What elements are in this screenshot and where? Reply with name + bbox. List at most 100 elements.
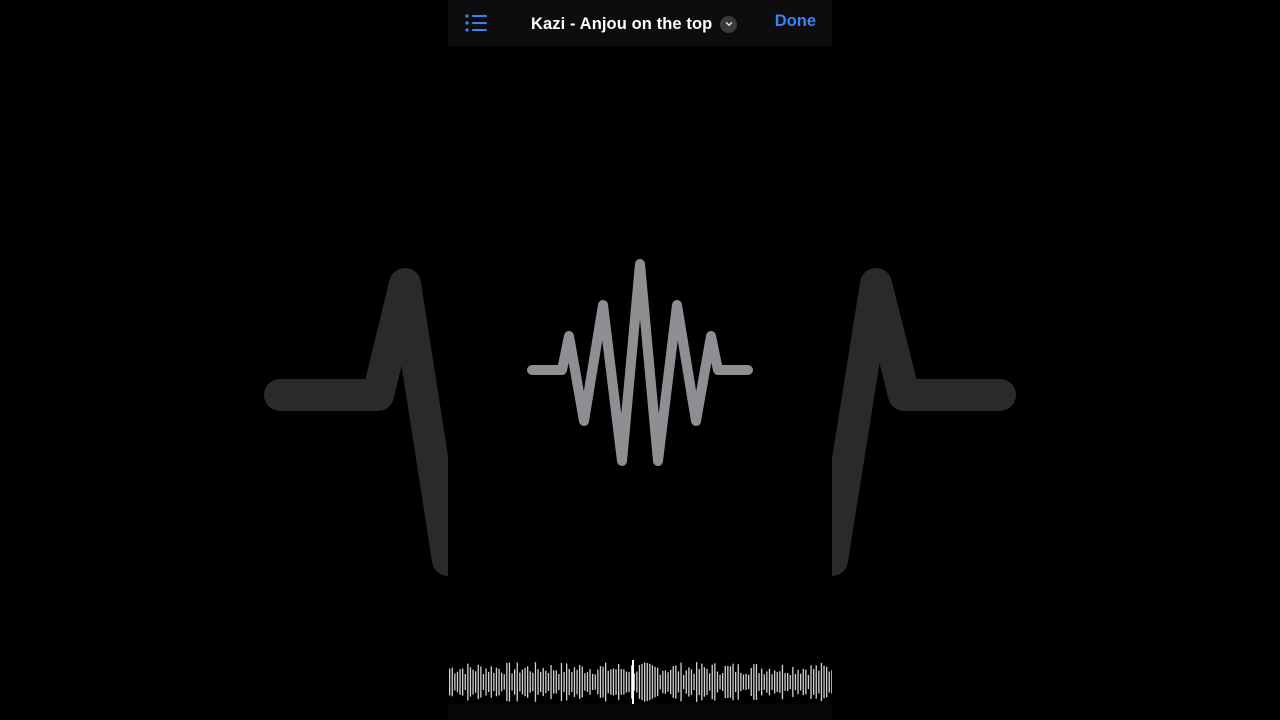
scrubber-bar [641, 663, 643, 701]
scrubber-bar [610, 669, 612, 695]
scrubber-bar [571, 671, 573, 692]
scrubber-bar [537, 669, 539, 695]
scrubber-bar [810, 665, 812, 699]
scrubber-bar [620, 669, 622, 695]
scrubber-bar [763, 674, 765, 690]
scrubber-bar [615, 669, 617, 695]
scrubber-bar [563, 671, 565, 693]
scrubber-bar [532, 672, 534, 692]
scrubber-bar [701, 663, 703, 701]
scrubber-bar [464, 674, 466, 690]
scrubber-bar [784, 673, 786, 691]
scrubber-bar [519, 672, 521, 692]
scrubber-bar [820, 662, 823, 702]
scrubber-bar [529, 671, 531, 693]
scrubber-bar [599, 666, 602, 698]
scrubber-bar [654, 666, 656, 698]
scrubber-bar [545, 670, 547, 694]
scrubber-bar [524, 667, 526, 697]
scrubber-bar [771, 674, 773, 690]
scrubber-bar [831, 670, 832, 694]
scrubber-bar [735, 672, 737, 692]
scrubber-bar [698, 669, 700, 695]
scrubber-bar [540, 672, 542, 692]
chevron-down-icon [725, 22, 733, 27]
scrubber-bar [482, 674, 485, 690]
scrubber-bar [818, 670, 820, 694]
scrubber-bar [480, 666, 482, 698]
scrubber-bar [779, 671, 781, 693]
scrubber-bar [454, 673, 456, 691]
scrubber-bar [664, 670, 667, 694]
waveform-icon [527, 259, 753, 466]
scrubber-bar [768, 668, 771, 696]
scrubber-bar [761, 668, 763, 696]
scrubber-bar [490, 666, 492, 698]
scrubber-bar [508, 662, 511, 702]
scrubber-bar [555, 670, 557, 694]
scrubber-bar [683, 674, 685, 690]
scrubber-bar [521, 669, 524, 695]
scrubber-bar [602, 666, 604, 698]
scrubber-bar [745, 673, 747, 690]
scrubber-bar [800, 673, 802, 691]
scrubber-bar [742, 674, 745, 690]
list-button[interactable] [464, 11, 490, 35]
scrubber-bar [826, 666, 828, 698]
scrubber-bar [472, 669, 474, 695]
scrubber-bar [823, 665, 825, 699]
list-icon [465, 14, 487, 32]
done-button[interactable]: Done [775, 12, 816, 31]
scrubber-bar [503, 674, 505, 690]
scrubber-bar [714, 663, 716, 701]
scrubber-bar [675, 665, 677, 699]
title-menu[interactable]: Kazi - Anjou on the top [531, 12, 738, 36]
scrubber-bar [722, 673, 724, 691]
scrubber-bar [659, 674, 661, 690]
playhead[interactable] [632, 660, 634, 704]
scrubber-bar [456, 671, 459, 693]
scrubber-bar [815, 665, 817, 699]
scrubber-bar [566, 663, 568, 701]
scrubber-bar [485, 668, 487, 696]
audio-scrubber[interactable] [448, 660, 832, 704]
scrubber-bar [685, 670, 687, 694]
scrubber-bar [501, 672, 503, 692]
scrubber-bar [729, 666, 732, 698]
scrubber-bar [750, 668, 752, 696]
scrubber-bar [449, 668, 451, 696]
scrubber-bar [592, 673, 594, 691]
scrubber-bar [607, 670, 609, 694]
scrubber-bar [560, 663, 563, 702]
screen: Kazi - Anjou on the top Done [0, 0, 1280, 720]
scrubber-bar [495, 667, 498, 697]
scrubber-bar [706, 668, 708, 696]
scrubber-bar [542, 667, 544, 697]
scrubber-bar [605, 662, 607, 702]
scrubber-bar [688, 667, 690, 697]
scrubber-bar [807, 674, 810, 690]
scrubber-bar [597, 669, 599, 695]
scrubber-bar [813, 669, 815, 695]
scrubber-bar [594, 674, 596, 690]
scrubber-bar [776, 672, 778, 692]
scrubber-bar [514, 669, 516, 695]
scrubber-bar [516, 662, 518, 702]
scrubber-bar [724, 665, 726, 699]
scrubber-bar [794, 673, 797, 691]
scrubber-bar [475, 671, 477, 693]
scrubber-bar [748, 674, 750, 690]
scrubber-bar [511, 673, 513, 691]
scrubber-bar [488, 671, 490, 692]
scrubber-bar [766, 671, 768, 693]
scrubber-bar [581, 666, 583, 698]
scrubber-bar [677, 671, 680, 693]
scrubber-bar [740, 672, 742, 692]
scrubber-bar [727, 665, 729, 698]
scrubber-bar [612, 668, 615, 696]
scrubber-bar [493, 672, 495, 691]
scrubber-bar [467, 663, 469, 701]
scrubber-bar [623, 669, 625, 695]
phone-frame: Kazi - Anjou on the top Done [448, 0, 832, 720]
scrubber-bar [703, 667, 706, 697]
